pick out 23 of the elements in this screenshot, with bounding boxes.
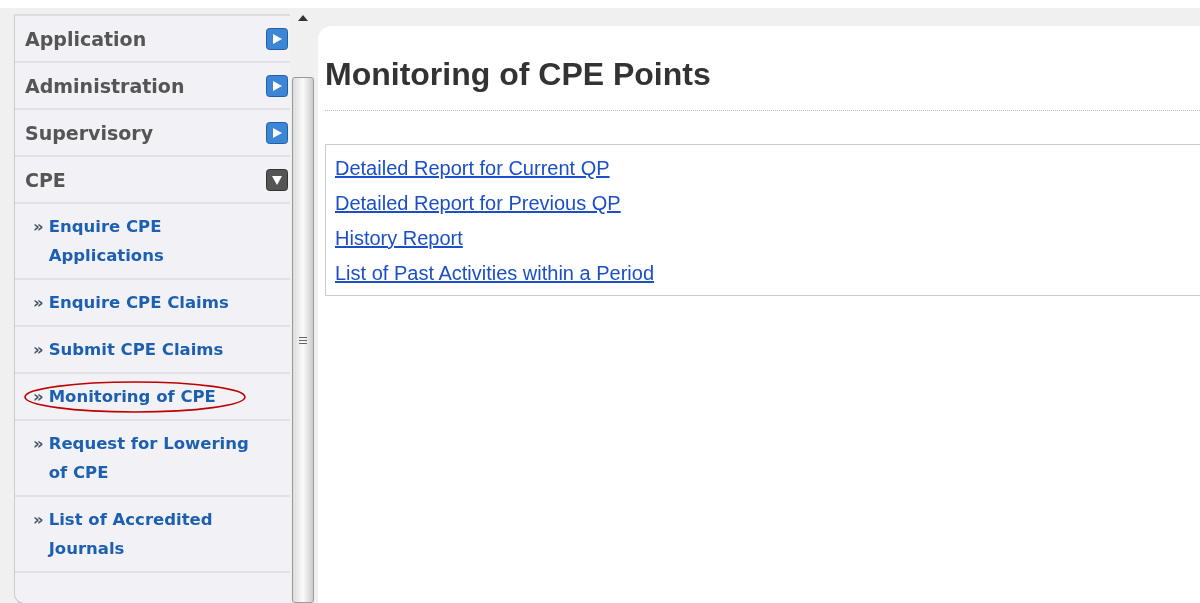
- menu-header[interactable]: Supervisory: [15, 110, 290, 157]
- report-link[interactable]: History Report: [335, 221, 463, 256]
- menu-header-label: Application: [25, 27, 147, 50]
- report-link[interactable]: List of Past Activities within a Period: [335, 256, 655, 291]
- report-link[interactable]: Detailed Report for Current QP: [335, 151, 610, 186]
- submenu-link[interactable]: » Request for Lowering of CPE: [33, 429, 250, 487]
- expand-icon[interactable]: [266, 121, 288, 144]
- menu-header-label: Administration: [25, 74, 185, 97]
- submenu-link[interactable]: » Enquire CPE Applications: [33, 212, 250, 270]
- expand-icon[interactable]: [266, 74, 288, 97]
- expand-icon[interactable]: [266, 27, 288, 50]
- menu-header-label: Supervisory: [25, 121, 154, 144]
- page-title: Monitoring of CPE Points: [325, 56, 712, 92]
- submenu-link[interactable]: » Submit CPE Claims: [33, 335, 224, 364]
- grip-icon: [299, 336, 307, 344]
- submenu-link[interactable]: » Enquire CPE Claims: [33, 288, 229, 317]
- collapse-icon[interactable]: [266, 168, 288, 191]
- menu-header[interactable]: Administration: [15, 63, 290, 110]
- menu-header[interactable]: Application: [15, 16, 290, 63]
- report-link[interactable]: Detailed Report for Previous QP: [335, 186, 621, 221]
- menu-header[interactable]: CPE: [15, 157, 290, 204]
- menu-header-label: CPE: [25, 168, 66, 191]
- submenu-link[interactable]: » List of Accredited Journals: [33, 505, 250, 563]
